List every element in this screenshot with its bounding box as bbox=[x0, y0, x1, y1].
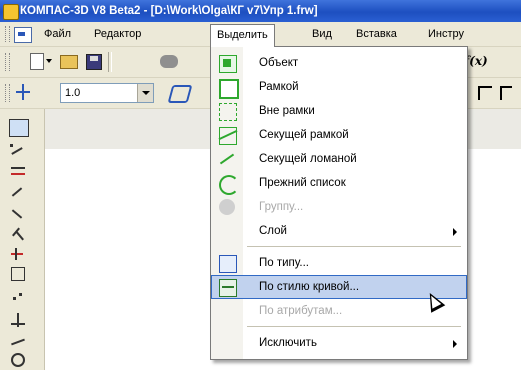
menu-view[interactable]: Вид bbox=[306, 26, 338, 42]
group-icon bbox=[219, 199, 235, 215]
menu-item-group[interactable]: Группу... bbox=[211, 195, 467, 219]
menu-item-outside-frame[interactable]: Вне рамки bbox=[211, 99, 467, 123]
dropdown-arrow-icon[interactable] bbox=[46, 59, 52, 63]
previous-list-icon bbox=[219, 175, 239, 195]
menu-item-crossing-polyline[interactable]: Секущей ломаной bbox=[211, 147, 467, 171]
menu-item-previous-list[interactable]: Прежний список bbox=[211, 171, 467, 195]
menu-item-frame[interactable]: Рамкой bbox=[211, 75, 467, 99]
menu-item-label: Объект bbox=[259, 57, 299, 69]
menu-item-object[interactable]: Объект bbox=[211, 51, 467, 75]
menu-edit[interactable]: Редактор bbox=[88, 26, 147, 42]
step-line-icon[interactable] bbox=[500, 86, 512, 100]
menu-bar: Файл Редактор Выделить Вид Вставка Инстр… bbox=[0, 22, 521, 47]
menu-item-label: Секущей ломаной bbox=[259, 153, 357, 165]
zoom-window-icon[interactable] bbox=[9, 119, 29, 137]
submenu-arrow-icon bbox=[453, 228, 457, 236]
measure-icon[interactable] bbox=[9, 225, 27, 241]
curve-tool-icon[interactable] bbox=[9, 333, 27, 349]
geometry-icon[interactable] bbox=[9, 141, 27, 157]
toolbar-grip-icon[interactable] bbox=[5, 53, 10, 71]
title-bar: КОМПАС-3D V8 Beta2 - [D:\Work\Olga\КГ v7… bbox=[0, 0, 521, 22]
layers-icon[interactable] bbox=[167, 85, 193, 103]
menu-tools[interactable]: Инстру bbox=[422, 26, 470, 42]
spec-icon[interactable] bbox=[11, 267, 25, 281]
window-title: КОМПАС-3D V8 Beta2 - [D:\Work\Olga\КГ v7… bbox=[20, 5, 318, 17]
left-toolbar bbox=[0, 109, 45, 370]
save-icon[interactable] bbox=[86, 54, 102, 70]
menu-separator bbox=[247, 246, 461, 247]
app-logo-icon bbox=[3, 4, 19, 20]
points-icon[interactable] bbox=[9, 289, 27, 305]
menu-item-layer[interactable]: Слой bbox=[211, 219, 467, 243]
menu-item-label: Вне рамки bbox=[259, 105, 315, 117]
chevron-down-icon[interactable] bbox=[137, 84, 153, 102]
step-line-icon[interactable] bbox=[478, 86, 492, 100]
menu-item-label: Слой bbox=[259, 225, 287, 237]
select-menu-dropdown: Объект Рамкой Вне рамки Секущей рамкой С… bbox=[210, 46, 468, 360]
gray-shape-icon[interactable] bbox=[160, 55, 178, 68]
menu-file[interactable]: Файл bbox=[38, 26, 77, 42]
menu-item-label: По стилю кривой... bbox=[259, 281, 360, 293]
by-type-icon bbox=[219, 255, 237, 273]
cursor-cross-icon[interactable] bbox=[16, 84, 30, 100]
menu-item-label: Прежний список bbox=[259, 177, 346, 189]
toolbar-separator bbox=[108, 52, 112, 72]
crossing-frame-icon bbox=[219, 127, 237, 145]
menu-item-label: По атрибутам... bbox=[259, 305, 343, 317]
new-document-icon[interactable] bbox=[30, 53, 44, 70]
arrow-pointer-icon[interactable] bbox=[9, 183, 27, 199]
toolbar-grip-icon[interactable] bbox=[5, 84, 10, 102]
line-width-value: 1.0 bbox=[65, 87, 81, 99]
toolbar-grip-icon[interactable] bbox=[5, 26, 10, 42]
menu-item-label: По типу... bbox=[259, 257, 309, 269]
crossing-polyline-icon bbox=[219, 151, 235, 167]
outside-frame-icon bbox=[219, 103, 237, 121]
submenu-arrow-icon bbox=[453, 340, 457, 348]
menu-item-label: Исключить bbox=[259, 337, 317, 349]
circle-tool-icon[interactable] bbox=[11, 353, 25, 367]
dimensions-icon[interactable] bbox=[9, 161, 27, 177]
menu-item-label: Рамкой bbox=[259, 81, 299, 93]
menu-item-label: Группу... bbox=[259, 201, 304, 213]
open-folder-icon[interactable] bbox=[60, 55, 78, 69]
menu-item-crossing-frame[interactable]: Секущей рамкой bbox=[211, 123, 467, 147]
menu-item-label: Секущей рамкой bbox=[259, 129, 349, 141]
object-select-icon bbox=[219, 55, 237, 73]
curve-style-icon bbox=[219, 279, 237, 297]
edit-icon[interactable] bbox=[9, 205, 27, 221]
frame-select-icon bbox=[219, 79, 239, 99]
menu-insert[interactable]: Вставка bbox=[350, 26, 403, 42]
menu-separator bbox=[247, 326, 461, 327]
menu-item-by-type[interactable]: По типу... bbox=[211, 251, 467, 275]
menu-select[interactable]: Выделить bbox=[210, 24, 275, 47]
line-width-combo[interactable]: 1.0 bbox=[60, 83, 154, 103]
menu-item-exclude[interactable]: Исключить bbox=[211, 331, 467, 355]
parametrize-icon[interactable] bbox=[9, 245, 27, 261]
document-icon[interactable] bbox=[14, 27, 32, 43]
line-tool-icon[interactable] bbox=[9, 313, 27, 329]
